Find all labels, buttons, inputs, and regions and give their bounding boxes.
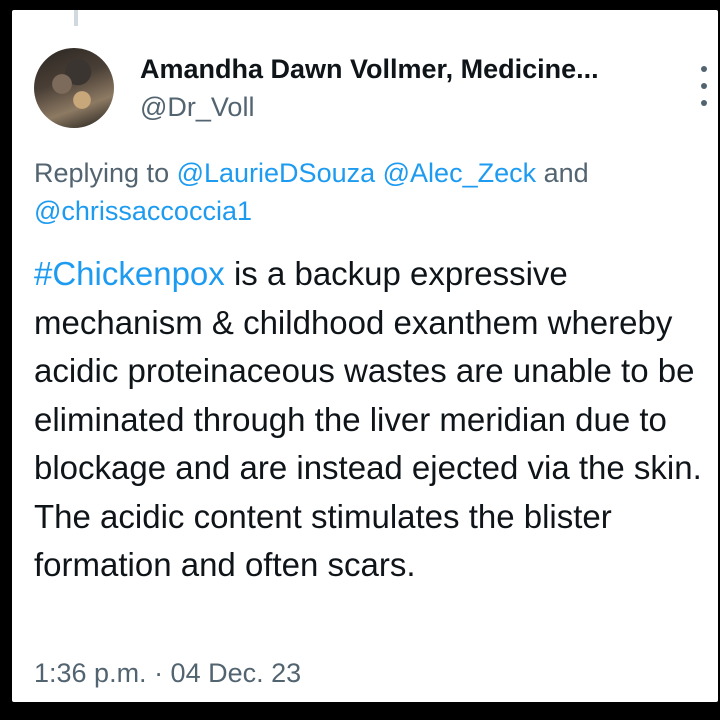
tweet-timestamp[interactable]: 1:36 p.m. · 04 Dec. 23	[34, 658, 301, 689]
thread-connector-line	[74, 10, 78, 26]
replying-prefix: Replying to	[34, 158, 177, 188]
tweet-card: Amandha Dawn Vollmer, Medicine... @Dr_Vo…	[12, 10, 718, 702]
author-display-name[interactable]: Amandha Dawn Vollmer, Medicine...	[140, 54, 599, 85]
mention-link[interactable]: @chrissaccoccia1	[34, 196, 252, 226]
mention-link[interactable]: @Alec_Zeck	[383, 158, 536, 188]
author-handle[interactable]: @Dr_Voll	[140, 92, 254, 123]
replying-to-line: Replying to @LaurieDSouza @Alec_Zeck and…	[34, 154, 684, 230]
hashtag-link[interactable]: #Chickenpox	[34, 255, 225, 292]
mention-link[interactable]: @LaurieDSouza	[177, 158, 376, 188]
avatar[interactable]	[34, 48, 114, 128]
tweet-text: #Chickenpox is a backup expressive mecha…	[34, 250, 714, 590]
tweet-body-text: is a backup expressive mechanism & child…	[34, 255, 702, 583]
more-vertical-icon[interactable]	[698, 66, 710, 106]
replying-conjunction: and	[536, 158, 589, 188]
